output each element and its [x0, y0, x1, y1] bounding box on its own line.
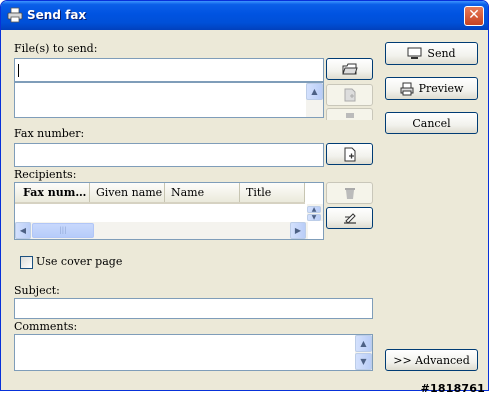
files-list[interactable]: ▲ — [14, 82, 324, 118]
scroll-down-button[interactable]: ▼ — [355, 353, 372, 370]
files-input[interactable] — [14, 58, 324, 82]
send-fax-dialog: Send fax ✕ File(s) to send: ▲ Fax number… — [0, 0, 489, 391]
scroll-left-button[interactable]: ◀ — [15, 222, 31, 239]
comments-label: Comments: — [14, 320, 78, 333]
delete-recipient-button[interactable] — [326, 182, 373, 204]
text-caret — [18, 64, 19, 77]
grid-vscroll[interactable]: ▲ ▼ — [307, 204, 323, 221]
recipients-label: Recipients: — [14, 168, 77, 181]
printer-icon — [400, 82, 414, 95]
browse-files-button[interactable] — [326, 58, 373, 80]
title-bar[interactable]: Send fax ✕ — [1, 1, 488, 30]
cancel-label: Cancel — [412, 116, 451, 130]
files-label: File(s) to send: — [14, 42, 98, 55]
comments-textarea[interactable]: ▲ ▼ — [14, 334, 373, 371]
scroll-right-button[interactable]: ▶ — [290, 222, 306, 239]
add-document-icon — [344, 88, 355, 102]
scroll-up-button[interactable]: ▲ — [307, 206, 321, 213]
folder-open-icon — [341, 63, 358, 75]
preview-label: Preview — [418, 82, 464, 95]
monitor-icon — [407, 47, 422, 59]
comments-scrollbar[interactable]: ▲ ▼ — [355, 335, 372, 370]
trash-icon — [344, 188, 355, 199]
recipients-header: Fax num… Given name Name Title — [15, 183, 305, 204]
edit-icon — [343, 213, 356, 224]
advanced-label: >> Advanced — [393, 353, 470, 367]
files-scrollbar[interactable]: ▲ — [306, 83, 323, 117]
column-name[interactable]: Name — [165, 183, 240, 202]
fax-number-input[interactable] — [14, 143, 324, 167]
edit-recipient-button[interactable] — [326, 207, 373, 229]
scroll-thumb[interactable]: ||| — [32, 223, 94, 238]
column-fax-number[interactable]: Fax num… — [15, 183, 90, 202]
cancel-button[interactable]: Cancel — [385, 112, 478, 134]
column-given-name[interactable]: Given name — [90, 183, 165, 202]
address-book-button[interactable] — [326, 143, 373, 165]
scroll-up-button[interactable]: ▲ — [306, 83, 323, 100]
cover-page-checkbox[interactable] — [20, 256, 33, 269]
delete-file-button[interactable] — [326, 108, 373, 120]
subject-input[interactable] — [14, 298, 373, 319]
add-file-button[interactable] — [326, 84, 373, 106]
grid-hscroll[interactable]: ◀ ||| ▶ — [15, 222, 308, 239]
send-button[interactable]: Send — [385, 42, 478, 65]
recipients-grid[interactable]: Fax num… Given name Name Title ▲ ▼ ◀ |||… — [14, 182, 324, 240]
preview-button[interactable]: Preview — [385, 77, 478, 100]
cover-page-label[interactable]: Use cover page — [36, 255, 122, 268]
printer-icon — [7, 7, 23, 23]
column-title[interactable]: Title — [240, 183, 305, 202]
close-button[interactable]: ✕ — [464, 6, 484, 26]
advanced-button[interactable]: >> Advanced — [385, 349, 478, 371]
watermark-text: #1818761 — [420, 382, 485, 395]
scroll-up-button[interactable]: ▲ — [355, 335, 372, 352]
send-label: Send — [427, 47, 456, 60]
delete-icon — [345, 112, 354, 118]
scroll-down-button[interactable]: ▼ — [307, 214, 321, 221]
window-title: Send fax — [27, 8, 87, 22]
subject-label: Subject: — [14, 284, 60, 297]
address-book-icon — [344, 147, 355, 161]
fax-number-label: Fax number: — [14, 127, 85, 140]
